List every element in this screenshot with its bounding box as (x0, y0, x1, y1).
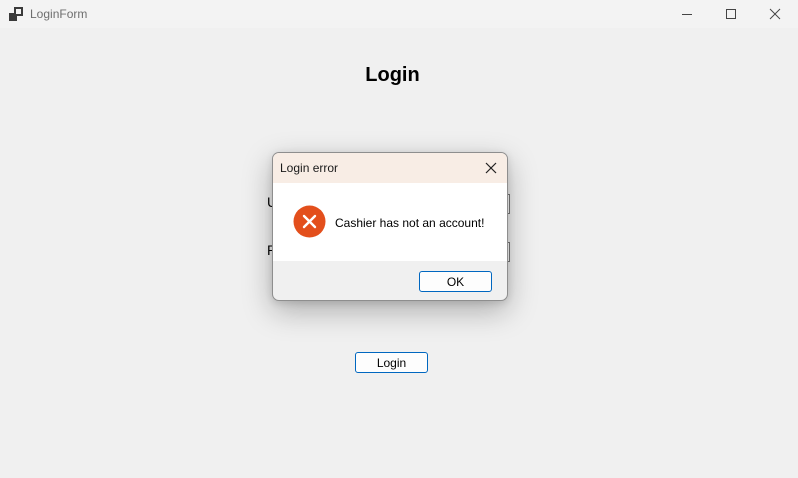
app-window-icon (9, 7, 23, 21)
dialog-titlebar: Login error (273, 153, 507, 183)
dialog-close-button[interactable] (475, 153, 507, 183)
minimize-button[interactable] (664, 0, 710, 28)
window-titlebar: LoginForm (0, 0, 798, 28)
dialog-body: Cashier has not an account! (273, 183, 507, 261)
close-icon (769, 8, 781, 20)
page-title: Login (365, 64, 420, 86)
error-dialog: Login error Cashier has not an account! … (272, 152, 508, 301)
close-icon (485, 162, 497, 174)
login-button[interactable]: Login (355, 352, 428, 373)
dialog-message: Cashier has not an account! (335, 216, 485, 230)
error-icon (293, 205, 326, 238)
ok-button[interactable]: OK (419, 271, 492, 292)
window-title: LoginForm (30, 7, 88, 21)
maximize-button[interactable] (708, 0, 754, 28)
minimize-icon (682, 14, 692, 15)
dialog-title: Login error (280, 161, 339, 175)
window-close-button[interactable] (752, 0, 798, 28)
maximize-icon (726, 9, 736, 19)
